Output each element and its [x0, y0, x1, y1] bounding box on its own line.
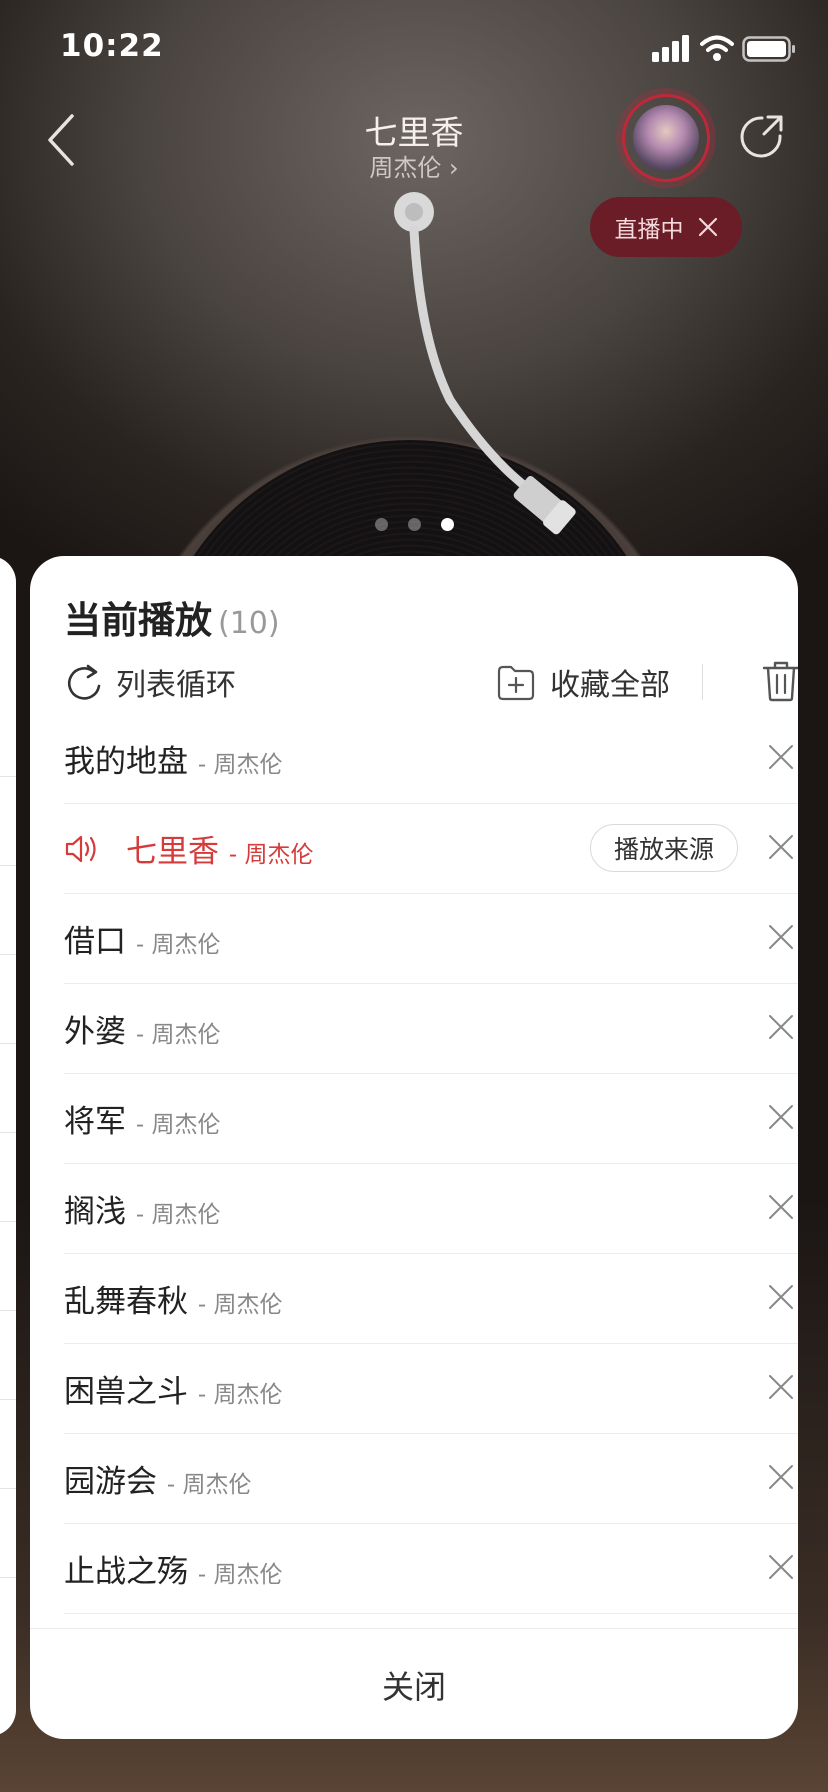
collect-all-button[interactable]: 收藏全部: [550, 660, 670, 704]
song-title-text: 外婆: [64, 1014, 126, 1050]
song-title-text: 借口: [64, 924, 126, 960]
song-title-text: 搁浅: [64, 1194, 126, 1230]
playlist-row[interactable]: 将军 - 周杰伦: [64, 1074, 798, 1164]
song-title-text: 困兽之斗: [64, 1374, 188, 1410]
song-name: 止战之殇 - 周杰伦: [64, 1546, 282, 1591]
song-artist: - 周杰伦: [228, 842, 314, 868]
song-name: 园游会 - 周杰伦: [64, 1456, 251, 1501]
status-bar: 10:22: [0, 0, 828, 100]
song-title-text: 七里香: [126, 834, 219, 870]
page-dot: [374, 518, 388, 531]
live-badge[interactable]: 直播中: [590, 197, 742, 257]
song-artist: - 周杰伦: [197, 1382, 283, 1408]
playlist-row[interactable]: 园游会 - 周杰伦: [64, 1434, 798, 1524]
page-dot-active: [440, 518, 454, 531]
remove-icon[interactable]: [766, 1282, 796, 1312]
playlist-sheet: 当前播放 (10) 列表循环 收藏全部 我的地盘 - 周杰伦 七里香 - 周杰伦…: [30, 556, 798, 1739]
playlist-row[interactable]: 借口 - 周杰伦: [64, 894, 798, 984]
song-name: 困兽之斗 - 周杰伦: [64, 1366, 282, 1411]
song-name: 外婆 - 周杰伦: [64, 1006, 220, 1051]
song-artist: - 周杰伦: [135, 932, 221, 958]
playlist-row[interactable]: 乱舞春秋 - 周杰伦: [64, 1254, 798, 1344]
status-time: 10:22: [60, 28, 164, 64]
loop-mode-button[interactable]: 列表循环: [116, 660, 236, 704]
playlist-toolbar: 列表循环 收藏全部: [64, 656, 798, 716]
wifi-icon: [700, 35, 734, 61]
remove-icon[interactable]: [766, 1192, 796, 1222]
cellular-signal-icon: [652, 35, 689, 62]
playlist-row[interactable]: 困兽之斗 - 周杰伦: [64, 1344, 798, 1434]
song-name: 搁浅 - 周杰伦: [64, 1186, 220, 1231]
share-icon[interactable]: [738, 114, 784, 160]
close-live-icon[interactable]: [698, 217, 718, 237]
battery-icon: [742, 36, 795, 62]
song-title-text: 园游会: [64, 1464, 157, 1500]
remove-icon[interactable]: [766, 922, 796, 952]
close-button[interactable]: 关闭: [30, 1629, 798, 1739]
remove-icon[interactable]: [766, 1462, 796, 1492]
playlist-row[interactable]: 外婆 - 周杰伦: [64, 984, 798, 1074]
remove-icon[interactable]: [766, 1102, 796, 1132]
playlist-row[interactable]: 我的地盘 - 周杰伦: [64, 714, 798, 804]
playlist-header: 当前播放 (10): [64, 590, 280, 644]
trash-icon[interactable]: [762, 660, 798, 702]
loop-icon[interactable]: [64, 662, 104, 702]
playlist-row[interactable]: 搁浅 - 周杰伦: [64, 1164, 798, 1254]
close-bar: 关闭: [30, 1628, 798, 1739]
toolbar-divider: [702, 664, 703, 700]
song-artist: - 周杰伦: [197, 1562, 283, 1588]
speaker-icon: [65, 835, 96, 863]
live-badge-label: 直播中: [614, 217, 684, 243]
remove-icon[interactable]: [766, 742, 796, 772]
song-artist: - 周杰伦: [135, 1112, 221, 1138]
remove-icon[interactable]: [766, 832, 796, 862]
page-dot: [407, 518, 421, 531]
live-avatar[interactable]: [622, 94, 710, 182]
song-artist: - 周杰伦: [197, 752, 283, 778]
song-name: 七里香 - 周杰伦: [126, 826, 313, 871]
playlist-list: 我的地盘 - 周杰伦 七里香 - 周杰伦 播放来源 借口 - 周杰伦 外婆 - …: [64, 714, 798, 1614]
tonearm-icon: [394, 192, 576, 535]
page-indicator: [0, 518, 828, 531]
add-folder-icon[interactable]: [496, 662, 536, 702]
song-title-text: 我的地盘: [64, 744, 188, 780]
song-title-text: 止战之殇: [64, 1554, 188, 1590]
song-artist: - 周杰伦: [197, 1292, 283, 1318]
song-title-text: 将军: [64, 1104, 126, 1140]
song-name: 我的地盘 - 周杰伦: [64, 736, 282, 781]
remove-icon[interactable]: [766, 1372, 796, 1402]
song-title-text: 乱舞春秋: [64, 1284, 188, 1320]
play-source-button[interactable]: 播放来源: [590, 824, 738, 872]
song-artist: - 周杰伦: [166, 1472, 252, 1498]
song-name: 借口 - 周杰伦: [64, 916, 220, 961]
playlist-row[interactable]: 止战之殇 - 周杰伦: [64, 1524, 798, 1614]
previous-panel-dividers: [0, 556, 16, 1736]
avatar: [633, 105, 699, 171]
playlist-count: (10): [218, 606, 280, 641]
song-name: 乱舞春秋 - 周杰伦: [64, 1276, 282, 1321]
song-artist: - 周杰伦: [135, 1022, 221, 1048]
remove-icon[interactable]: [766, 1012, 796, 1042]
playlist-row-playing[interactable]: 七里香 - 周杰伦 播放来源: [64, 804, 798, 894]
playlist-title: 当前播放: [64, 599, 212, 642]
song-artist: - 周杰伦: [135, 1202, 221, 1228]
song-name: 将军 - 周杰伦: [64, 1096, 220, 1141]
remove-icon[interactable]: [766, 1552, 796, 1582]
